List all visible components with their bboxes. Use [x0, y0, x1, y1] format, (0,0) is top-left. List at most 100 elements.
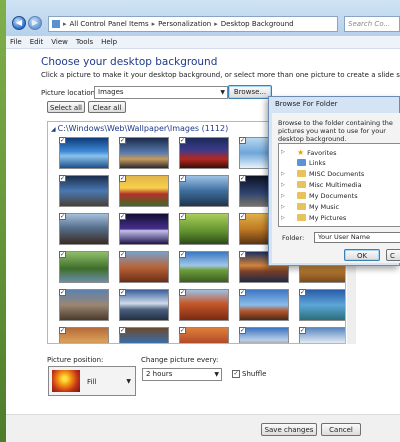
change-interval-select[interactable]: 2 hours ▼: [142, 368, 222, 381]
shuffle-checkbox[interactable]: ✓: [232, 370, 240, 378]
wallpaper-thumbnail-rock-sea[interactable]: ✓: [59, 175, 109, 207]
wallpaper-thumbnail-cliff-coast[interactable]: ✓: [239, 289, 289, 321]
ok-button[interactable]: OK: [344, 249, 380, 261]
folder-tree-item[interactable]: ▷ ★ Favorites: [281, 148, 337, 157]
wallpaper-thumbnail-coast-row6[interactable]: ✓: [299, 327, 345, 343]
thumbnail-checkbox[interactable]: ✓: [59, 175, 66, 182]
wallpaper-thumbnail-blue-lagoon[interactable]: ✓: [299, 289, 345, 321]
wallpaper-thumbnail-canyon-river[interactable]: ✓: [119, 327, 169, 343]
browse-button[interactable]: Browse...: [228, 85, 272, 99]
thumbnail-checkbox[interactable]: ✓: [119, 175, 126, 182]
menu-file[interactable]: File: [6, 36, 26, 48]
address-bar[interactable]: ▸ All Control Panel Items ▸ Personalizat…: [48, 16, 338, 32]
expand-arrow-icon[interactable]: ▷: [281, 203, 285, 212]
expand-arrow-icon[interactable]: ▷: [281, 170, 285, 179]
wallpaper-thumbnail-meadow[interactable]: ✓: [179, 213, 229, 245]
wallpaper-thumbnail-lightning-storm[interactable]: ✓: [119, 213, 169, 245]
page-title: Choose your desktop background: [41, 56, 218, 68]
thumbnail-checkbox[interactable]: ✓: [59, 327, 66, 334]
position-preview-image: [52, 370, 80, 392]
page-subtitle: Click a picture to make it your desktop …: [41, 71, 400, 79]
star-icon: ★: [297, 148, 305, 157]
thumbnail-checkbox[interactable]: ✓: [239, 289, 246, 296]
breadcrumb-item[interactable]: All Control Panel Items: [70, 20, 149, 28]
folder-tree-item[interactable]: ▷ My Documents: [281, 192, 358, 201]
thumbnail-checkbox[interactable]: ✓: [59, 289, 66, 296]
dialog-cancel-button[interactable]: C: [386, 249, 400, 261]
folder-icon: [297, 203, 306, 210]
thumbnail-checkbox[interactable]: ✓: [179, 327, 186, 334]
wallpaper-thumbnail-rock-pools[interactable]: ✓: [59, 289, 109, 321]
cancel-button[interactable]: Cancel: [321, 423, 361, 436]
wallpaper-thumbnail-red-arch[interactable]: ✓: [179, 137, 229, 169]
thumbnail-checkbox[interactable]: ✓: [119, 251, 126, 258]
thumbnail-checkbox[interactable]: ✓: [239, 327, 246, 334]
folder-tree-label: My Documents: [309, 192, 358, 200]
folder-tree-label: MISC Documents: [309, 170, 365, 178]
select-all-button[interactable]: Select all: [47, 101, 85, 113]
folder-tree-item[interactable]: ▷ My Music: [281, 203, 340, 212]
forward-button[interactable]: ▶: [28, 16, 42, 30]
wallpaper-thumbnail-lighthouse-rock[interactable]: ✓: [59, 213, 109, 245]
menu-help[interactable]: Help: [97, 36, 121, 48]
folder-tree-item[interactable]: ▷ My Pictures: [281, 214, 346, 223]
menu-edit[interactable]: Edit: [26, 36, 48, 48]
thumbnail-checkbox[interactable]: ✓: [179, 137, 186, 144]
thumbnail-checkbox[interactable]: ✓: [239, 213, 246, 220]
wallpaper-thumbnail-lone-tree[interactable]: ✓: [179, 251, 229, 283]
folder-name-input[interactable]: Your User Name: [314, 232, 400, 243]
expand-arrow-icon[interactable]: ▷: [281, 214, 285, 223]
folder-tree-item[interactable]: Links: [297, 159, 326, 168]
wallpaper-thumbnail-sunset-canyon[interactable]: ✓: [179, 327, 229, 343]
thumbnail-checkbox[interactable]: ✓: [239, 137, 246, 144]
thumbnail-checkbox[interactable]: ✓: [299, 289, 306, 296]
folder-tree[interactable]: ▷ ★ Favorites Links ▷ MISC Documents ▷ Misc Mul…: [278, 143, 400, 227]
thumbnail-checkbox[interactable]: ✓: [299, 327, 306, 334]
gallery-group-header[interactable]: ◢ C:\Windows\Web\Wallpaper\Images (1112): [51, 124, 228, 133]
menu-tools[interactable]: Tools: [72, 36, 97, 48]
wallpaper-thumbnail-lighthouse-dusk[interactable]: ✓: [119, 137, 169, 169]
thumbnail-checkbox[interactable]: ✓: [179, 175, 186, 182]
folder-icon: [297, 181, 306, 188]
expand-arrow-icon[interactable]: ▷: [281, 148, 285, 157]
thumbnail-checkbox[interactable]: ✓: [119, 137, 126, 144]
wallpaper-thumbnail-wave-rocks[interactable]: ✓: [59, 327, 109, 343]
wallpaper-thumbnail-mountain-lake[interactable]: ✓: [179, 175, 229, 207]
wallpaper-thumbnail-tulip-field[interactable]: ✓: [119, 175, 169, 207]
dialog-title: Browse For Folder: [275, 100, 338, 108]
expand-arrow-icon[interactable]: ▷: [281, 181, 285, 190]
thumbnail-checkbox[interactable]: ✓: [239, 175, 246, 182]
thumbnail-checkbox[interactable]: ✓: [119, 213, 126, 220]
menu-view[interactable]: View: [47, 36, 72, 48]
thumbnail-checkbox[interactable]: ✓: [179, 251, 186, 258]
expand-arrow-icon[interactable]: ▷: [281, 192, 285, 201]
clear-all-button[interactable]: Clear all: [88, 101, 126, 113]
folder-tree-label: My Music: [309, 203, 340, 211]
thumbnail-checkbox[interactable]: ✓: [119, 327, 126, 334]
wallpaper-thumbnail-mesa-sky[interactable]: ✓: [239, 327, 289, 343]
thumbnail-checkbox[interactable]: ✓: [239, 251, 246, 258]
breadcrumb-item[interactable]: Personalization: [158, 20, 211, 28]
save-changes-button[interactable]: Save changes: [261, 423, 317, 436]
thumbnail-checkbox[interactable]: ✓: [59, 213, 66, 220]
wallpaper-thumbnail-green-valley[interactable]: ✓: [59, 251, 109, 283]
wallpaper-thumbnail-canyon[interactable]: ✓: [119, 251, 169, 283]
thumbnail-checkbox[interactable]: ✓: [119, 289, 126, 296]
wallpaper-thumbnail-red-rocks[interactable]: ✓: [179, 289, 229, 321]
search-input[interactable]: Search Co...: [344, 16, 400, 32]
thumbnail-checkbox[interactable]: ✓: [179, 289, 186, 296]
folder-tree-item[interactable]: ▷ Misc Multimedia: [281, 181, 362, 190]
picture-location-value: Images: [98, 88, 124, 96]
back-button[interactable]: ◀: [12, 16, 26, 30]
picture-location-select[interactable]: Images ▼: [94, 86, 228, 99]
thumbnail-checkbox[interactable]: ✓: [59, 251, 66, 258]
thumbnail-checkbox[interactable]: ✓: [179, 213, 186, 220]
picture-position-select[interactable]: Fill ▼: [48, 366, 136, 396]
folder-tree-label: Links: [309, 159, 326, 167]
breadcrumb-item[interactable]: Desktop Background: [221, 20, 294, 28]
wallpaper-thumbnail-ocean-sunrise[interactable]: ✓: [59, 137, 109, 169]
control-panel-icon: [52, 20, 60, 28]
folder-tree-item[interactable]: ▷ MISC Documents: [281, 170, 365, 179]
thumbnail-checkbox[interactable]: ✓: [59, 137, 66, 144]
wallpaper-thumbnail-clouds-sky[interactable]: ✓: [119, 289, 169, 321]
